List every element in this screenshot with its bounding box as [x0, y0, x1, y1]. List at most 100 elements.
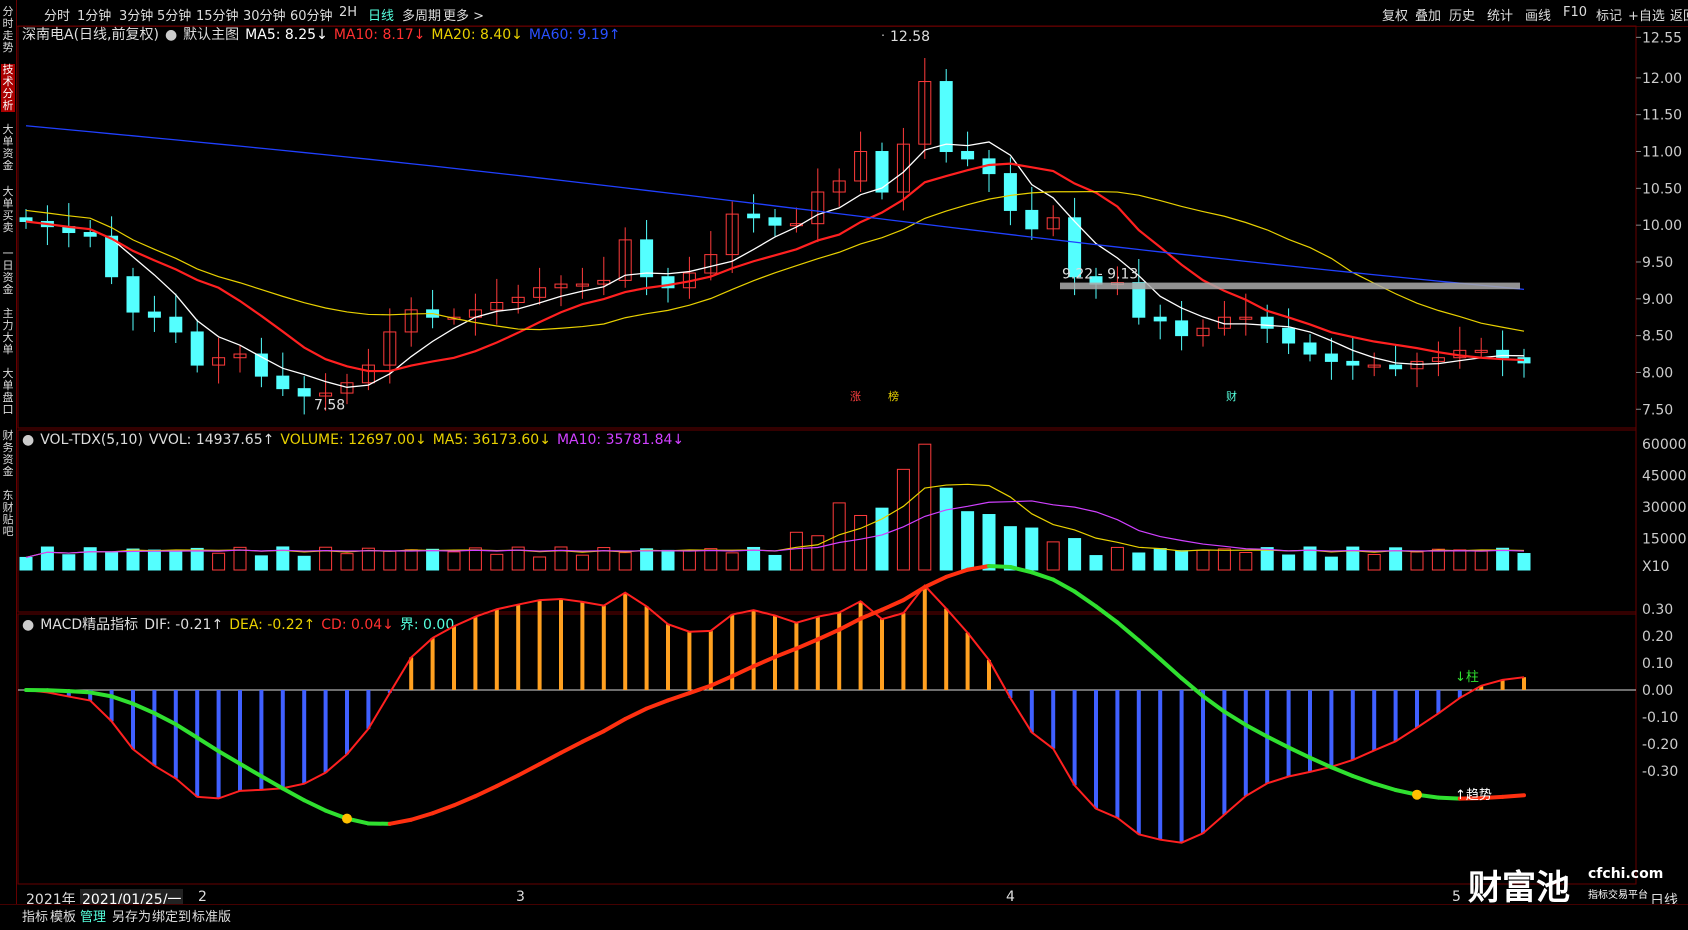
- vol-bar-4: [106, 552, 118, 570]
- price-range-band: [1060, 283, 1520, 290]
- x-label-feb: 2: [198, 889, 207, 905]
- vol-bar-24: [534, 557, 546, 570]
- bottom-tab-3[interactable]: 另存为: [112, 906, 151, 925]
- bottom-tab-1[interactable]: 模板: [50, 906, 76, 925]
- kline-chart[interactable]: 12.5512.0011.5011.0010.5010.009.509.008.…: [0, 0, 1688, 929]
- vol-bar-15: [341, 554, 353, 570]
- range-label: 9.22 - 9.13: [1062, 267, 1138, 283]
- candle-body-7: [170, 317, 182, 332]
- vol-bar-41: [897, 469, 909, 570]
- watermark-site: cfchi.com: [1588, 866, 1663, 882]
- x-label-apr: 4: [1006, 889, 1015, 905]
- vol-bar-46: [1004, 527, 1016, 570]
- vol-bar-31: [683, 551, 695, 570]
- candle-body-8: [191, 332, 203, 365]
- candle-body-59: [1283, 328, 1295, 343]
- vol-bar-44: [962, 512, 974, 570]
- trend-seg-38: [839, 619, 860, 630]
- price-tick-6: 9.50: [1642, 255, 1673, 271]
- trend-seg-20: [454, 796, 475, 805]
- bottom-bar: [0, 904, 1688, 930]
- trend-seg-35: [775, 649, 796, 657]
- candle-body-69: [1497, 350, 1509, 357]
- bottom-tab-4[interactable]: 绑定到: [152, 906, 191, 925]
- cai-badge: 财: [1226, 389, 1237, 403]
- trend-seg-6: [154, 713, 175, 724]
- x-label-mar: 3: [516, 889, 525, 905]
- trend-seg-25: [561, 742, 582, 753]
- trend-seg-31: [689, 686, 710, 693]
- trend-seg-27: [604, 719, 625, 731]
- candle-body-53: [1154, 317, 1166, 321]
- vol-bar-53: [1154, 549, 1166, 570]
- vol-bar-13: [298, 556, 310, 570]
- macd-tick-0: 0.30: [1642, 602, 1673, 618]
- macd-tick-6: -0.30: [1642, 764, 1678, 780]
- x-label-may: 5: [1452, 889, 1461, 905]
- vol-bar-2: [63, 555, 75, 570]
- price-tick-2: 11.50: [1642, 108, 1682, 124]
- trend-seg-3: [90, 692, 111, 696]
- zhang-badge: 涨: [850, 390, 861, 403]
- trend-seg-30: [668, 693, 689, 700]
- vol-bar-47: [1026, 528, 1038, 570]
- vol-bar-42: [919, 444, 931, 570]
- bottom-tab-2[interactable]: 管理: [80, 906, 106, 925]
- low-label: 7.58: [314, 397, 345, 413]
- candle-body-61: [1325, 354, 1337, 361]
- vol-bar-45: [983, 515, 995, 570]
- trend-seg-60: [1310, 758, 1331, 768]
- vol-bar-61: [1325, 557, 1337, 570]
- trend-seg-43: [946, 570, 967, 577]
- trend-seg-8: [197, 738, 218, 752]
- vol-tick-4: X10: [1642, 559, 1669, 575]
- qushi-label: ↑趋势: [1455, 787, 1492, 803]
- trend-seg-56: [1224, 712, 1245, 725]
- macd-tick-4: -0.10: [1642, 710, 1678, 726]
- vol-bar-40: [876, 508, 888, 570]
- bottom-tab-5[interactable]: 标准版: [192, 906, 231, 925]
- trend-seg-5: [133, 704, 154, 713]
- vol-bar-51: [1111, 547, 1123, 570]
- trend-seg-22: [497, 775, 518, 786]
- candle-body-47: [1026, 210, 1038, 228]
- candle-body-12: [277, 376, 289, 389]
- price-tick-9: 8.00: [1642, 365, 1673, 381]
- vol-bar-1: [41, 547, 53, 570]
- price-tick-4: 10.50: [1642, 181, 1682, 197]
- trend-seg-32: [711, 676, 732, 685]
- trend-seg-61: [1331, 767, 1352, 776]
- macd-tick-1: 0.20: [1642, 629, 1673, 645]
- trend-seg-45: [989, 566, 1010, 567]
- vol-bar-37: [812, 536, 824, 570]
- trend-seg-63: [1374, 784, 1395, 790]
- candle-body-60: [1304, 343, 1316, 354]
- bottom-tab-0[interactable]: 指标: [22, 906, 48, 925]
- watermark-brand: 财富池: [1468, 868, 1570, 908]
- candle-body-44: [962, 152, 974, 159]
- macd-tick-5: -0.20: [1642, 737, 1678, 753]
- trend-seg-7: [176, 724, 197, 737]
- candle-body-64: [1390, 365, 1402, 369]
- vol-bar-19: [427, 549, 439, 570]
- vol-bar-33: [726, 553, 738, 570]
- vol-bar-32: [705, 549, 717, 570]
- vol-bar-22: [491, 554, 503, 570]
- macd-tick-3: 0.00: [1642, 683, 1673, 699]
- vol-bar-63: [1368, 554, 1380, 570]
- trend-seg-57: [1246, 725, 1267, 737]
- vol-bar-52: [1133, 553, 1145, 570]
- trend-seg-54: [1182, 678, 1203, 696]
- ma60-line: [26, 126, 1524, 290]
- vol-bar-56: [1218, 549, 1230, 570]
- candle-body-40: [876, 152, 888, 193]
- trend-seg-28: [625, 709, 646, 719]
- trend-seg-52: [1139, 640, 1160, 659]
- trend-seg-69: [1503, 795, 1524, 797]
- vol-bar-20: [448, 552, 460, 570]
- candle-body-3: [84, 233, 96, 237]
- candle-body-6: [148, 312, 160, 317]
- vol-bar-70: [1518, 554, 1530, 570]
- vol-tick-0: 60000: [1642, 437, 1687, 453]
- vol-bar-43: [940, 488, 952, 570]
